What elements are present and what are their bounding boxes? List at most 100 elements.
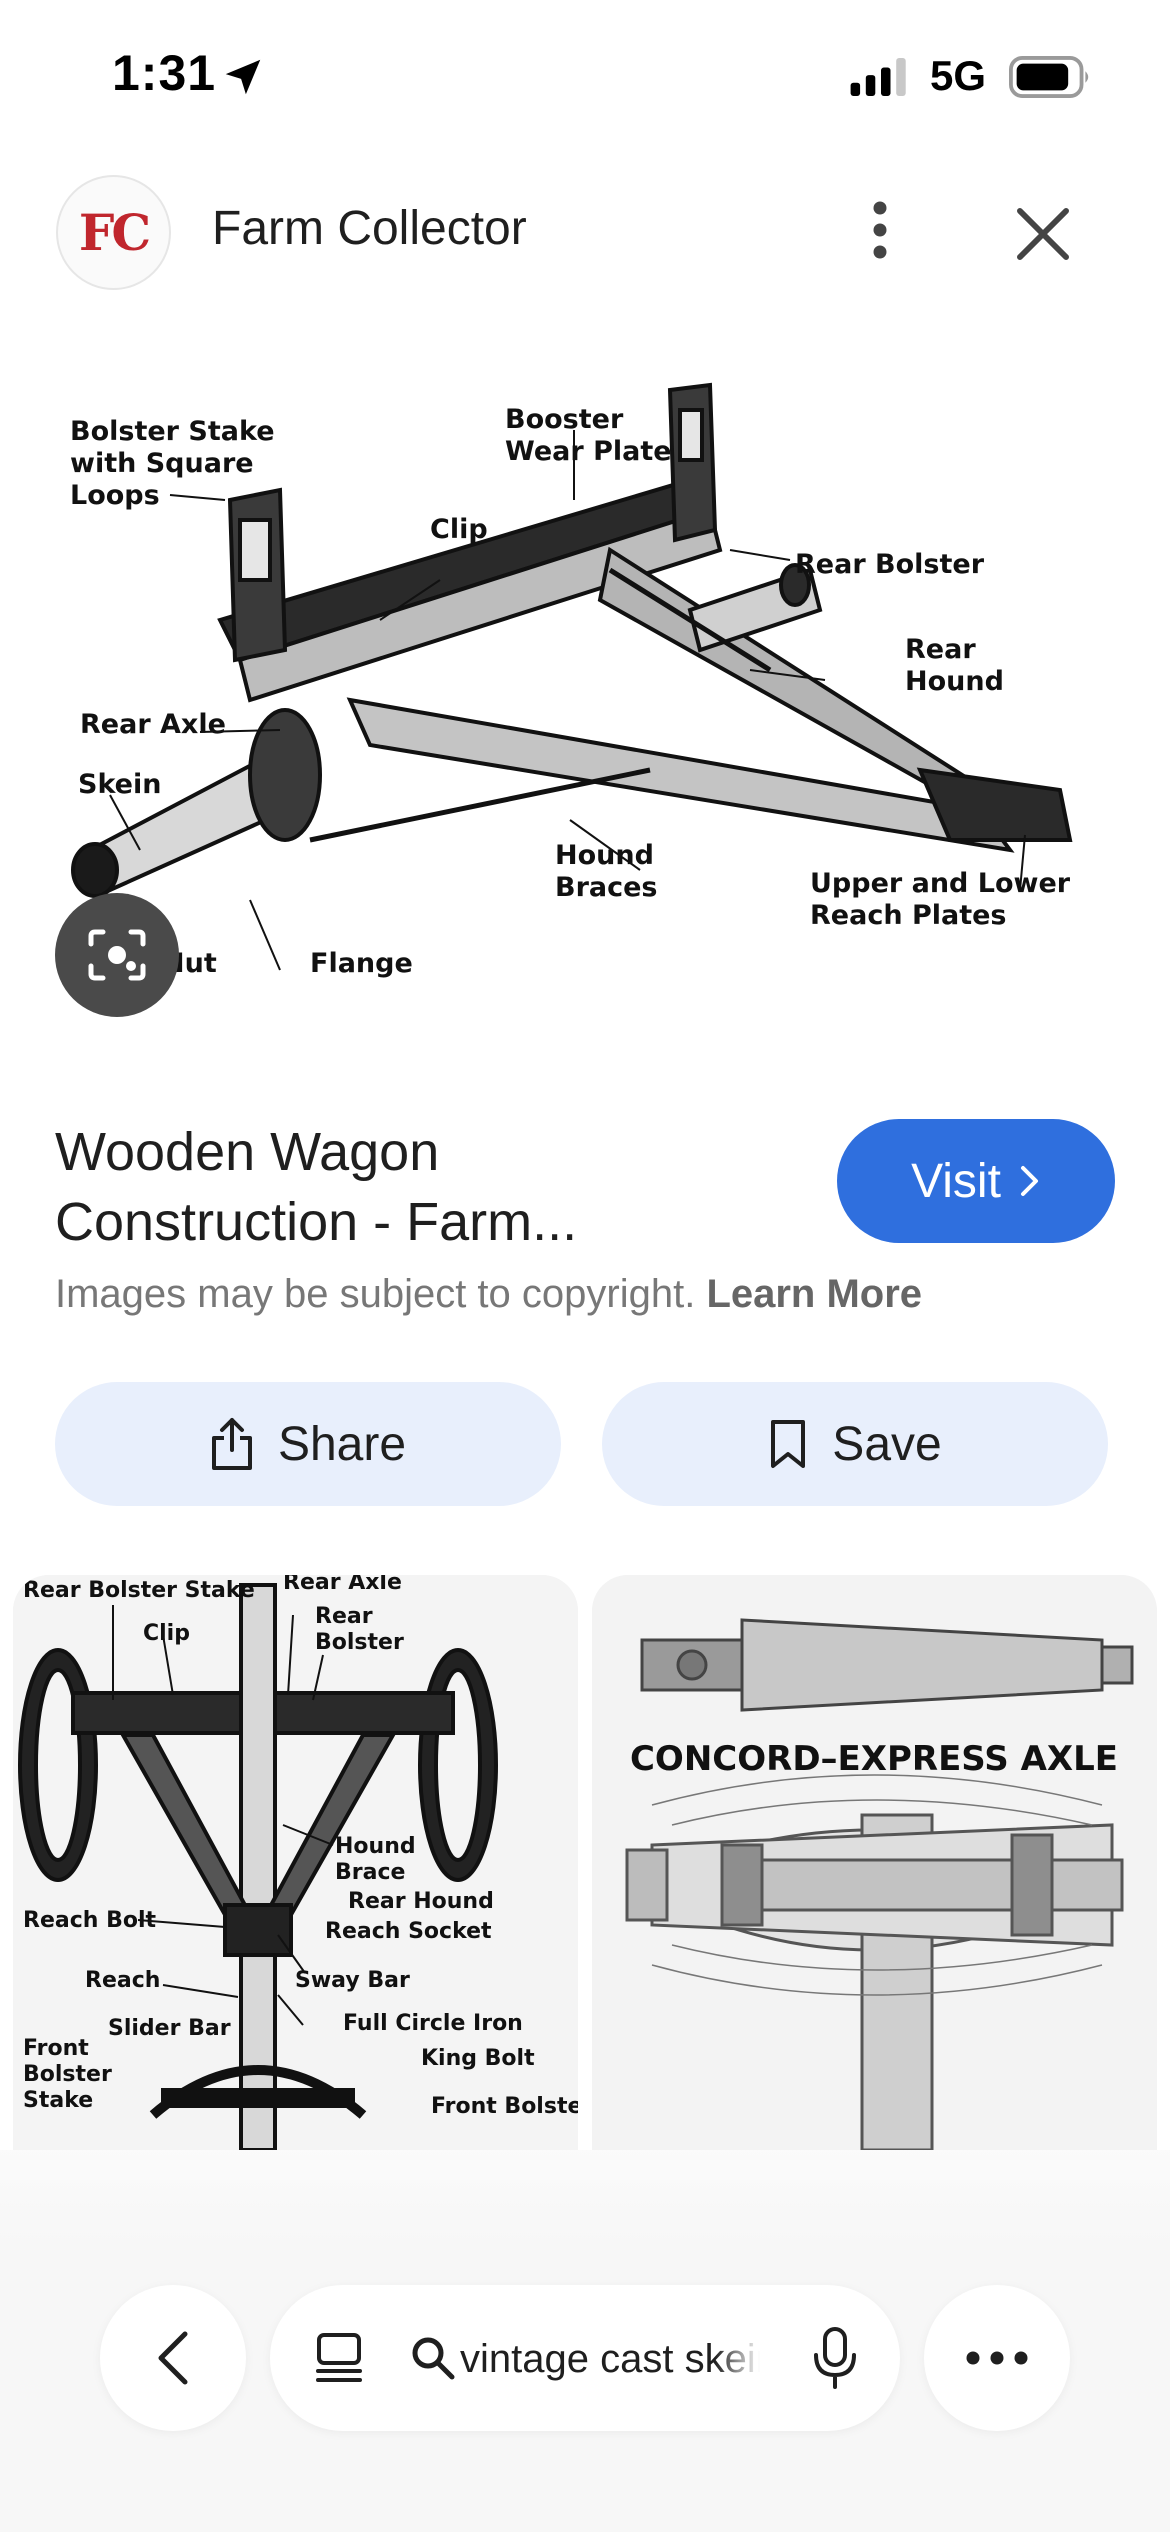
svg-text:Booster: Booster xyxy=(505,404,624,435)
site-logo-text: FC xyxy=(78,203,151,262)
label-hound-braces-1: Hound xyxy=(555,840,654,871)
more-vertical-icon[interactable] xyxy=(848,195,912,265)
svg-text:Rear: Rear xyxy=(315,1604,373,1629)
thumb1-label-hound-brace-1: Hound xyxy=(335,1834,416,1859)
svg-text:Rear Axle: Rear Axle xyxy=(80,709,226,740)
status-time: 1:31 xyxy=(112,45,217,101)
wagon-gear-top-view: Rear Bolster Stake Rear Axle Rear Bolste… xyxy=(13,1575,578,2150)
related-image-concord-axle[interactable]: CONCORD–EXPRESS AXLE xyxy=(592,1575,1157,2150)
thumb1-label-reach-bolt: Reach Bolt xyxy=(23,1908,156,1933)
svg-text:with Square: with Square xyxy=(70,448,254,479)
visit-button[interactable]: Visit xyxy=(837,1119,1115,1243)
svg-text:Front: Front xyxy=(23,2036,89,2061)
thumb1-label-rear-bolster-1: Rear xyxy=(315,1604,373,1629)
bookmark-icon xyxy=(771,1420,806,1468)
label-booster-wear-plate-2: Wear Plate xyxy=(505,436,672,467)
search-bar[interactable]: vintage cast skein xyxy=(270,2285,900,2431)
svg-text:Slider Bar: Slider Bar xyxy=(108,2016,231,2041)
lens-search-button[interactable] xyxy=(55,893,179,1017)
svg-text:Clip: Clip xyxy=(430,514,488,545)
chevron-right-icon xyxy=(1020,1166,1038,1196)
label-hound-braces-2: Braces xyxy=(555,872,658,903)
thumb1-label-front-bolster-stake-3: Stake xyxy=(23,2088,93,2113)
learn-more-link[interactable]: Learn More xyxy=(706,1272,922,1316)
thumb1-label-front-bolster-stake-2: Bolster xyxy=(23,2062,112,2087)
svg-text:Brace: Brace xyxy=(335,1860,405,1885)
svg-text:Wear Plate: Wear Plate xyxy=(505,436,672,467)
svg-text:Braces: Braces xyxy=(555,872,658,903)
visit-label: Visit xyxy=(911,1154,1001,1208)
svg-text:Stake: Stake xyxy=(23,2088,93,2113)
save-label: Save xyxy=(832,1417,942,1471)
label-skein: Skein xyxy=(78,769,161,800)
tabs-icon[interactable] xyxy=(312,2331,366,2385)
svg-text:Hound: Hound xyxy=(335,1834,416,1859)
svg-text:Full Circle Iron: Full Circle Iron xyxy=(343,2011,523,2036)
svg-text:Reach Plates: Reach Plates xyxy=(810,900,1007,931)
lens-camera-icon xyxy=(88,929,146,981)
svg-text:CONCORD–EXPRESS AXLE: CONCORD–EXPRESS AXLE xyxy=(630,1739,1118,1779)
svg-text:Reach Bolt: Reach Bolt xyxy=(23,1908,156,1933)
label-reach-plates-2: Reach Plates xyxy=(810,900,1007,931)
result-title-line1: Wooden Wagon xyxy=(55,1122,440,1182)
thumb1-label-rear-hound: Rear Hound xyxy=(348,1889,494,1914)
thumb1-label-clip: Clip xyxy=(143,1621,190,1646)
label-rear-bolster: Rear Bolster xyxy=(795,549,985,580)
label-clip: Clip xyxy=(430,514,488,545)
result-title[interactable]: Wooden Wagon Construction - Farm... xyxy=(55,1117,795,1257)
network-type: 5G xyxy=(930,52,987,99)
svg-text:Reach Socket: Reach Socket xyxy=(325,1919,492,1944)
label-rear-hound-2: Hound xyxy=(905,666,1004,697)
thumb1-label-slider-bar: Slider Bar xyxy=(108,2016,231,2041)
svg-text:Clip: Clip xyxy=(143,1621,190,1646)
more-options-button[interactable] xyxy=(924,2285,1070,2431)
status-bar: 1:31 5G xyxy=(0,0,1170,150)
svg-text:Hound: Hound xyxy=(905,666,1004,697)
label-rear-hound-1: Rear xyxy=(905,634,976,665)
svg-text:Upper and Lower: Upper and Lower xyxy=(810,868,1071,899)
label-booster-wear-plate-1: Booster xyxy=(505,404,624,435)
concord-axle-drawing: CONCORD–EXPRESS AXLE xyxy=(592,1575,1157,2150)
label-bolster-stake-2: with Square xyxy=(70,448,254,479)
search-query[interactable]: vintage cast skein xyxy=(460,2331,760,2387)
battery-icon xyxy=(1009,56,1089,98)
thumb1-label-reach: Reach xyxy=(85,1968,160,1993)
site-logo[interactable]: FC xyxy=(56,175,171,290)
copyright-note: Images may be subject to copyright. Lear… xyxy=(55,1272,922,1317)
more-horizontal-icon xyxy=(966,2351,1028,2365)
save-button[interactable]: Save xyxy=(602,1382,1108,1506)
share-button[interactable]: Share xyxy=(55,1382,561,1506)
svg-text:Rear Bolster: Rear Bolster xyxy=(795,549,985,580)
svg-text:Rear Axle: Rear Axle xyxy=(283,1575,402,1595)
label-rear-axle: Rear Axle xyxy=(80,709,226,740)
related-image-wagon-gear[interactable]: Rear Bolster Stake Rear Axle Rear Bolste… xyxy=(13,1575,578,2150)
copyright-text: Images may be subject to copyright. xyxy=(55,1272,696,1316)
svg-text:Sway Bar: Sway Bar xyxy=(295,1968,410,1993)
svg-text:Bolster: Bolster xyxy=(23,2062,112,2087)
label-reach-plates-1: Upper and Lower xyxy=(810,868,1071,899)
svg-text:Bolster Stake: Bolster Stake xyxy=(70,416,275,447)
search-icon xyxy=(412,2337,455,2380)
label-flange: Flange xyxy=(310,948,413,979)
svg-text:Loops: Loops xyxy=(70,480,160,511)
svg-text:Hound: Hound xyxy=(555,840,654,871)
site-header: FC Farm Collector xyxy=(0,165,1170,295)
svg-text:King Bolt: King Bolt xyxy=(421,2046,535,2071)
close-icon[interactable] xyxy=(1010,201,1076,267)
thumb1-label-front-bolster-stake-1: Front xyxy=(23,2036,89,2061)
microphone-icon[interactable] xyxy=(810,2325,860,2391)
concord-axle-title: CONCORD–EXPRESS AXLE xyxy=(630,1739,1118,1779)
wagon-gear-diagram[interactable]: Bolster Stake with Square Loops Booster … xyxy=(50,370,1130,1010)
thumb1-label-sway-bar: Sway Bar xyxy=(295,1968,410,1993)
label-bolster-stake-3: Loops xyxy=(70,480,160,511)
thumb1-label-hound-brace-2: Brace xyxy=(335,1860,405,1885)
result-title-line2: Construction - Farm... xyxy=(55,1192,578,1252)
thumb1-label-reach-socket: Reach Socket xyxy=(325,1919,492,1944)
back-chevron-icon xyxy=(158,2331,188,2385)
share-icon xyxy=(211,1418,252,1470)
back-button[interactable] xyxy=(100,2285,246,2431)
label-bolster-stake-1: Bolster Stake xyxy=(70,416,275,447)
cellular-signal-icon xyxy=(850,58,906,96)
site-name[interactable]: Farm Collector xyxy=(212,201,527,256)
share-label: Share xyxy=(277,1417,407,1471)
